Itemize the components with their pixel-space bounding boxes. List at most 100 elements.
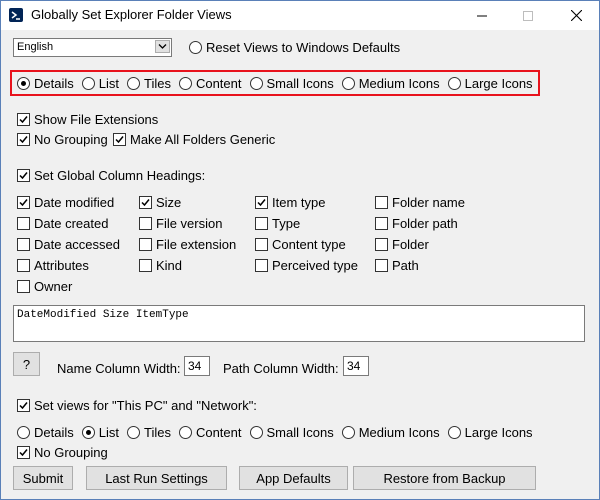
chevron-down-icon[interactable] xyxy=(155,40,170,53)
view2-option-list[interactable]: List xyxy=(81,425,119,440)
checkbox-icon xyxy=(375,238,388,251)
show-file-extensions-checkbox[interactable]: Show File Extensions xyxy=(17,112,158,127)
column-type[interactable]: Type xyxy=(255,216,300,231)
column-label: Date accessed xyxy=(34,237,120,252)
no-grouping-label: No Grouping xyxy=(34,132,108,147)
column-label: Type xyxy=(272,216,301,231)
checkmark-icon xyxy=(139,196,152,209)
checkbox-icon xyxy=(17,217,30,230)
path-width-label: Path Column Width: xyxy=(223,361,339,376)
view-option-large-icons[interactable]: Large Icons xyxy=(447,76,533,91)
generic-folders-checkbox[interactable]: Make All Folders Generic xyxy=(113,132,275,147)
checkmark-icon xyxy=(17,446,30,459)
view-option-details[interactable]: Details xyxy=(17,76,74,91)
column-date-modified[interactable]: Date modified xyxy=(17,195,114,210)
view2-option-large-icons[interactable]: Large Icons xyxy=(447,425,533,440)
minimize-button[interactable] xyxy=(459,1,505,30)
column-label: Folder name xyxy=(392,195,465,210)
name-width-label-row: Name Column Width: xyxy=(57,361,181,376)
name-width-label: Name Column Width: xyxy=(57,361,181,376)
view-option-list[interactable]: List xyxy=(81,76,119,91)
view-option-content[interactable]: Content xyxy=(178,76,242,91)
radio-icon xyxy=(447,77,461,90)
checkbox-icon xyxy=(139,238,152,251)
column-file-version[interactable]: File version xyxy=(139,216,222,231)
column-path[interactable]: Path xyxy=(375,258,419,273)
column-kind[interactable]: Kind xyxy=(139,258,182,273)
column-label: Date created xyxy=(34,216,109,231)
column-label: Owner xyxy=(34,279,73,294)
close-button[interactable] xyxy=(553,1,599,30)
language-select[interactable]: English xyxy=(13,38,172,57)
column-label: Content type xyxy=(272,237,346,252)
view-option-label: Medium Icons xyxy=(358,76,440,91)
column-label: File extension xyxy=(156,237,237,252)
view2-option-content[interactable]: Content xyxy=(178,425,242,440)
radio-icon xyxy=(447,426,461,439)
view-option-tiles[interactable]: Tiles xyxy=(126,76,171,91)
view2-option-tiles[interactable]: Tiles xyxy=(126,425,171,440)
column-label: Date modified xyxy=(34,195,115,210)
column-label: Perceived type xyxy=(272,258,358,273)
checkbox-icon xyxy=(17,259,30,272)
column-attributes[interactable]: Attributes xyxy=(17,258,89,273)
window-title: Globally Set Explorer Folder Views xyxy=(31,7,232,22)
column-owner[interactable]: Owner xyxy=(17,279,72,294)
column-date-accessed[interactable]: Date accessed xyxy=(17,237,120,252)
column-folder[interactable]: Folder xyxy=(375,237,429,252)
column-date-created[interactable]: Date created xyxy=(17,216,108,231)
thispc-checkbox[interactable]: Set views for "This PC" and "Network": xyxy=(17,398,257,413)
view2-option-label: Medium Icons xyxy=(358,425,440,440)
view2-option-small-icons[interactable]: Small Icons xyxy=(249,425,334,440)
radio-icon xyxy=(126,426,140,439)
checkmark-icon xyxy=(113,133,126,146)
view-option-medium-icons[interactable]: Medium Icons xyxy=(341,76,440,91)
column-label: Folder xyxy=(392,237,429,252)
no-grouping-checkbox[interactable]: No Grouping xyxy=(17,132,108,147)
radio-icon xyxy=(341,77,355,90)
submit-button[interactable]: Submit xyxy=(13,466,73,490)
column-folder-name[interactable]: Folder name xyxy=(375,195,465,210)
column-size[interactable]: Size xyxy=(139,195,181,210)
view-option-small-icons[interactable]: Small Icons xyxy=(249,76,334,91)
checkbox-icon xyxy=(139,217,152,230)
view-option-label: List xyxy=(98,76,119,91)
column-item-type[interactable]: Item type xyxy=(255,195,325,210)
view-option-label: Content xyxy=(195,76,242,91)
path-width-input[interactable]: 34 xyxy=(343,356,369,376)
checkmark-icon xyxy=(17,196,30,209)
reset-views-radio[interactable]: Reset Views to Windows Defaults xyxy=(189,40,400,55)
title-bar[interactable]: Globally Set Explorer Folder Views xyxy=(1,1,599,30)
restore-backup-button[interactable]: Restore from Backup xyxy=(353,466,536,490)
name-width-input[interactable]: 34 xyxy=(184,356,210,376)
app-defaults-button[interactable]: App Defaults xyxy=(239,466,348,490)
checkmark-icon xyxy=(17,113,30,126)
global-columns-checkbox[interactable]: Set Global Column Headings: xyxy=(17,168,205,183)
view2-option-medium-icons[interactable]: Medium Icons xyxy=(341,425,440,440)
column-label: Attributes xyxy=(34,258,89,273)
radio-icon xyxy=(249,77,263,90)
checkbox-icon xyxy=(17,238,30,251)
columns-textbox[interactable]: DateModified Size ItemType xyxy=(13,305,585,342)
help-button[interactable]: ? xyxy=(13,352,40,376)
radio-icon xyxy=(249,426,263,439)
radio-icon xyxy=(189,41,202,54)
view2-option-label: Tiles xyxy=(143,425,171,440)
column-file-extension[interactable]: File extension xyxy=(139,237,236,252)
show-file-extensions-label: Show File Extensions xyxy=(34,112,159,127)
column-content-type[interactable]: Content type xyxy=(255,237,346,252)
no-grouping2-label: No Grouping xyxy=(34,445,108,460)
last-run-settings-button[interactable]: Last Run Settings xyxy=(86,466,227,490)
no-grouping2-checkbox[interactable]: No Grouping xyxy=(17,445,108,460)
radio-icon xyxy=(17,426,30,439)
radio-icon xyxy=(178,77,192,90)
column-folder-path[interactable]: Folder path xyxy=(375,216,458,231)
column-perceived-type[interactable]: Perceived type xyxy=(255,258,358,273)
checkbox-icon xyxy=(255,217,268,230)
maximize-button[interactable] xyxy=(505,1,551,30)
view2-option-label: List xyxy=(98,425,119,440)
view-modes2-group: Details List Tiles Content Small Icons M… xyxy=(17,425,533,440)
radio-icon xyxy=(81,77,95,90)
radio-icon xyxy=(17,77,30,90)
view2-option-details[interactable]: Details xyxy=(17,425,74,440)
